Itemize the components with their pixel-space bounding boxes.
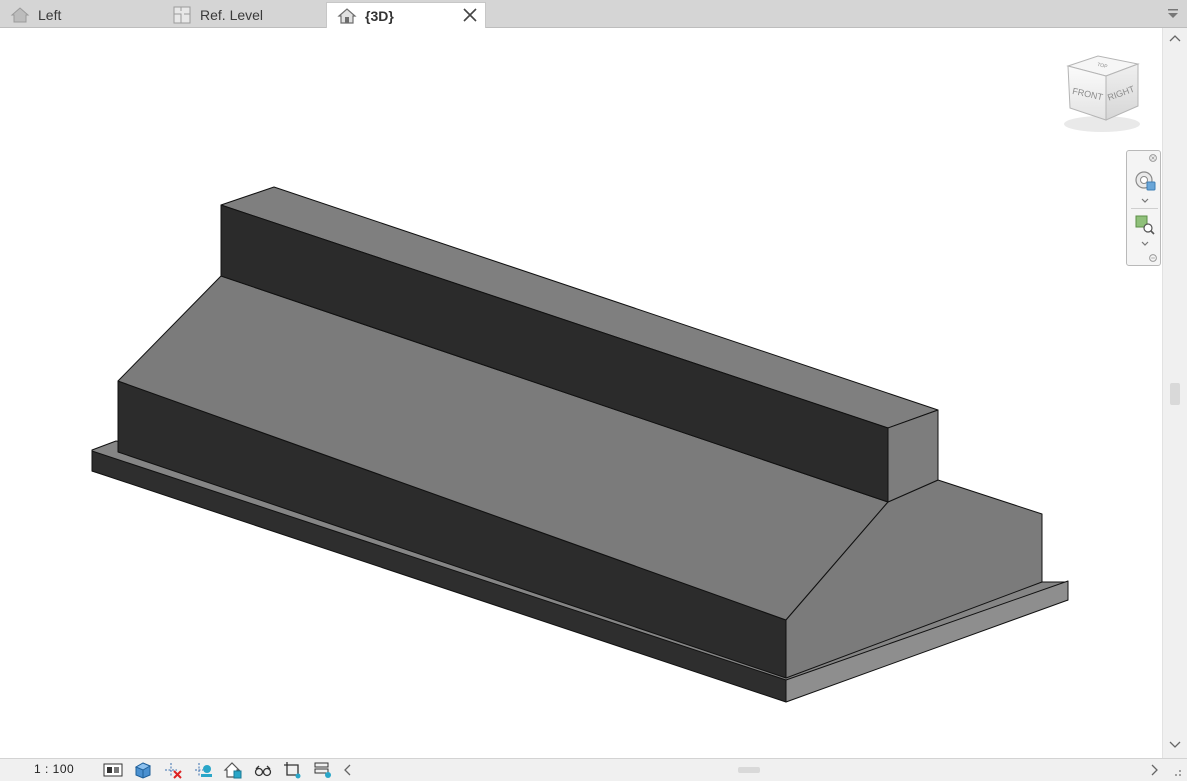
horizontal-scroll-thumb[interactable]: [738, 767, 760, 773]
unlock-3d-view-icon[interactable]: [253, 761, 273, 779]
full-navigation-wheel-icon[interactable]: [1133, 169, 1157, 193]
elevation-house-icon: [10, 5, 30, 25]
3d-house-icon: [337, 6, 357, 26]
tab-label: Ref. Level: [200, 7, 264, 23]
chevron-down-icon[interactable]: [1141, 241, 1149, 247]
sun-path-off-icon[interactable]: [163, 761, 183, 779]
viewcube[interactable]: TOP FRONT RIGHT: [1058, 50, 1148, 140]
show-rendering-dialog-icon[interactable]: [223, 761, 243, 779]
tab-3d[interactable]: {3D}: [326, 2, 486, 29]
view-tab-bar: Left Ref. Level {3D}: [0, 0, 1187, 29]
view-control-bar: 1 : 100: [0, 758, 1187, 781]
3d-model-solid[interactable]: [4, 28, 1162, 758]
show-crop-region-icon[interactable]: [313, 761, 333, 779]
view-scale[interactable]: 1 : 100: [34, 762, 74, 776]
shadows-off-icon[interactable]: [193, 761, 213, 779]
horizontal-scrollbar[interactable]: [358, 761, 1140, 780]
revit-view-window: Left Ref. Level {3D} TOP FRONT RIGHT 1:…: [0, 0, 1187, 781]
vertical-scrollbar[interactable]: [1162, 28, 1187, 758]
detail-level-icon[interactable]: [103, 761, 123, 779]
3d-view-canvas[interactable]: TOP FRONT RIGHT: [4, 28, 1162, 758]
scroll-up-arrow-icon[interactable]: [1169, 33, 1181, 43]
crop-view-icon[interactable]: [283, 761, 303, 779]
resize-grip-icon[interactable]: [1170, 765, 1182, 777]
visual-style-icon[interactable]: [133, 761, 153, 779]
close-icon[interactable]: [461, 6, 479, 24]
tab-list-dropdown-icon[interactable]: [1167, 8, 1179, 20]
floor-plan-icon: [172, 5, 192, 25]
scroll-left-arrow-icon[interactable]: [342, 763, 354, 777]
scroll-down-arrow-icon[interactable]: [1169, 740, 1181, 750]
tab-left[interactable]: Left: [0, 2, 160, 28]
tab-label: Left: [38, 7, 62, 23]
tab-label: {3D}: [365, 8, 394, 24]
navbar-divider: [1131, 208, 1158, 209]
scroll-right-arrow-icon[interactable]: [1148, 763, 1160, 777]
navigation-bar: [1126, 150, 1161, 266]
tab-ref-level[interactable]: Ref. Level: [162, 2, 322, 28]
chevron-down-icon[interactable]: [1141, 198, 1149, 204]
zoom-region-icon[interactable]: [1133, 213, 1157, 237]
close-navbar-icon[interactable]: [1149, 154, 1157, 162]
vertical-scroll-thumb[interactable]: [1170, 383, 1180, 405]
navbar-options-icon[interactable]: [1149, 254, 1157, 262]
